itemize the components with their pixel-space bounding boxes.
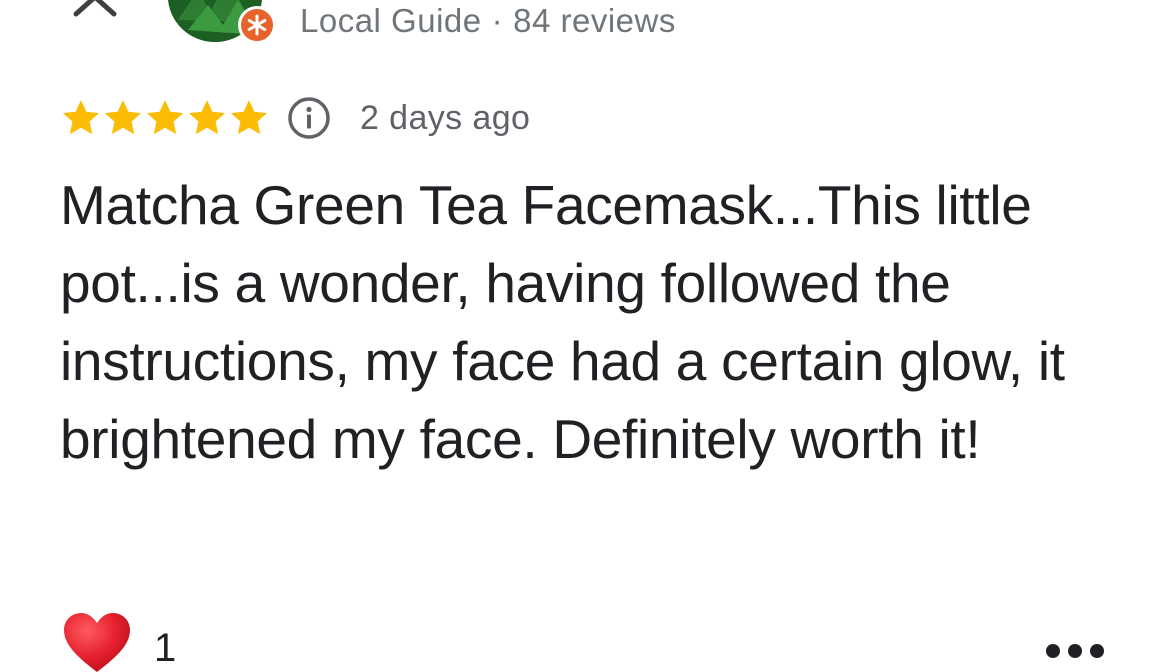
more-dot	[1046, 644, 1060, 658]
star-icon	[188, 100, 226, 135]
star-icon	[230, 100, 268, 135]
star-icon	[104, 100, 142, 135]
heart-count: 1	[154, 625, 177, 670]
review-detail-page: Local Guide · 84 reviews 2 days ago Matc…	[0, 0, 1170, 672]
close-icon[interactable]	[70, 0, 126, 20]
heart-icon[interactable]	[62, 612, 132, 672]
info-icon[interactable]	[286, 95, 332, 141]
meta-separator: ·	[491, 2, 504, 39]
more-dot	[1090, 644, 1104, 658]
reaction-row: 1	[62, 612, 176, 672]
author-level: Local Guide	[300, 2, 482, 39]
rating-row: 2 days ago	[60, 94, 530, 142]
more-dot	[1068, 644, 1082, 658]
local-guide-star-icon	[238, 6, 276, 44]
star-icon	[62, 100, 100, 135]
author-meta: Local Guide · 84 reviews	[300, 0, 676, 42]
more-options-icon[interactable]	[1046, 636, 1104, 666]
review-text: Matcha Green Tea Facemask...This little …	[60, 174, 1065, 470]
review-date: 2 days ago	[360, 98, 531, 137]
star-icon	[146, 100, 184, 135]
star-rating	[60, 97, 270, 139]
author-review-count: 84 reviews	[513, 2, 676, 39]
